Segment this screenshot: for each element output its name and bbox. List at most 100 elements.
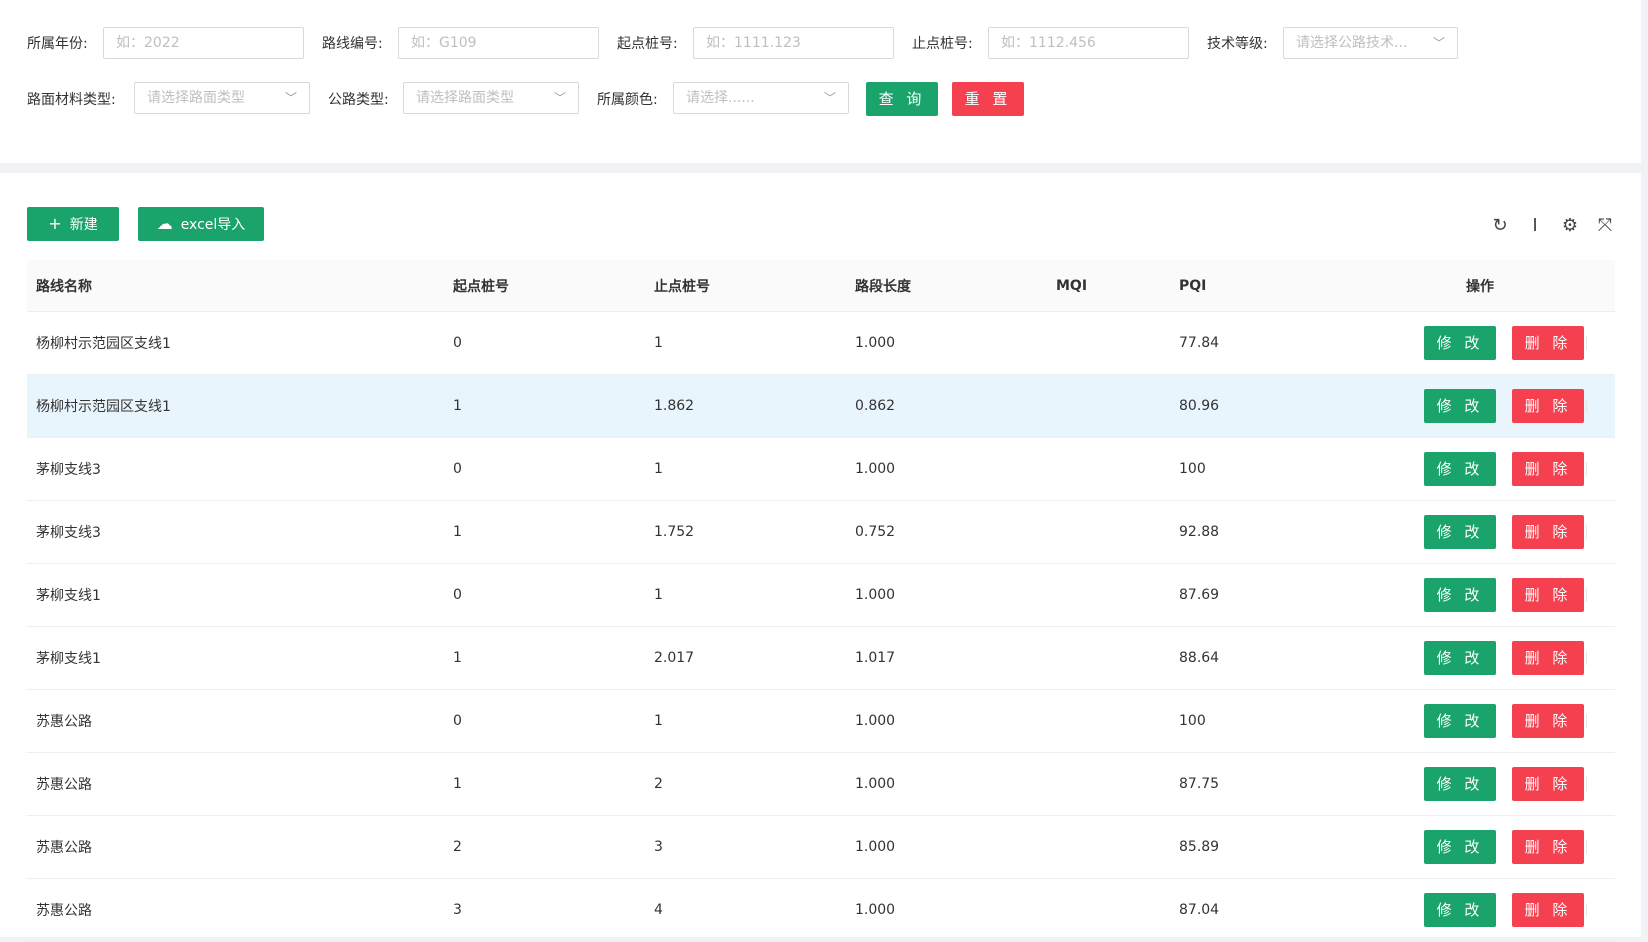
cloud-upload-icon: ☁ bbox=[156, 214, 173, 233]
mqi-cell bbox=[1047, 878, 1170, 942]
table-row: 苏惠公路 2 3 1.000 85.89 修 改删 除 bbox=[27, 815, 1615, 879]
delete-button[interactable]: 删 除 bbox=[1512, 767, 1584, 801]
col-actions: 操作 bbox=[1345, 260, 1615, 312]
edit-button[interactable]: 修 改 bbox=[1424, 641, 1496, 675]
length-cell: 1.000 bbox=[846, 689, 1047, 753]
divider bbox=[1586, 840, 1587, 854]
delete-button[interactable]: 删 除 bbox=[1512, 515, 1584, 549]
start-stake-input[interactable]: 如：1111.123 bbox=[693, 27, 894, 59]
surface-type-placeholder: 请选择路面类型 bbox=[147, 90, 245, 106]
route-name-cell: 茅柳支线1 bbox=[27, 563, 444, 627]
route-name-cell: 茅柳支线3 bbox=[27, 500, 444, 564]
table-row: 苏惠公路 3 4 1.000 87.04 修 改删 除 bbox=[27, 878, 1615, 942]
divider bbox=[1586, 588, 1587, 602]
start-stake-cell: 0 bbox=[444, 563, 645, 627]
surface-type-select[interactable]: 请选择路面类型 ﹀ bbox=[134, 82, 310, 114]
end-stake-cell: 1 bbox=[645, 563, 846, 627]
table-row: 茅柳支线3 1 1.752 0.752 92.88 修 改删 除 bbox=[27, 500, 1615, 564]
delete-button[interactable]: 删 除 bbox=[1512, 389, 1584, 423]
pqi-cell: 92.88 bbox=[1170, 500, 1345, 564]
route-name-cell: 苏惠公路 bbox=[27, 689, 444, 753]
route-name-cell: 茅柳支线1 bbox=[27, 626, 444, 690]
road-type-select[interactable]: 请选择路面类型 ﹀ bbox=[403, 82, 579, 114]
route-name-cell: 茅柳支线3 bbox=[27, 437, 444, 501]
length-cell: 1.000 bbox=[846, 752, 1047, 816]
table-row: 杨柳村示范园区支线1 1 1.862 0.862 80.96 修 改删 除 bbox=[27, 374, 1615, 438]
start-stake-cell: 1 bbox=[444, 500, 645, 564]
length-cell: 1.017 bbox=[846, 626, 1047, 690]
edit-button[interactable]: 修 改 bbox=[1424, 389, 1496, 423]
settings-gear-icon[interactable]: ⚙ bbox=[1560, 216, 1580, 236]
end-stake-cell: 2 bbox=[645, 752, 846, 816]
col-length: 路段长度 bbox=[846, 260, 1047, 312]
actions-cell: 修 改删 除 bbox=[1345, 311, 1615, 375]
length-cell: 1.000 bbox=[846, 878, 1047, 942]
edit-button[interactable]: 修 改 bbox=[1424, 830, 1496, 864]
col-pqi: PQI bbox=[1170, 260, 1345, 312]
table-row: 茅柳支线1 0 1 1.000 87.69 修 改删 除 bbox=[27, 563, 1615, 627]
tech-grade-select[interactable]: 请选择公路技术... ﹀ bbox=[1283, 27, 1458, 59]
start-stake-cell: 1 bbox=[444, 374, 645, 438]
mqi-cell bbox=[1047, 500, 1170, 564]
year-input[interactable]: 如：2022 bbox=[103, 27, 304, 59]
chevron-down-icon: ﹀ bbox=[284, 91, 297, 105]
start-stake-cell: 1 bbox=[444, 626, 645, 690]
excel-import-button[interactable]: ☁ excel导入 bbox=[138, 207, 264, 241]
mqi-cell bbox=[1047, 752, 1170, 816]
table-panel: + 新建 ☁ excel导入 ↻ Ι ⚙ ⤧ 路线名称 起点桩号 止点桩号 路段长度… bbox=[0, 173, 1641, 942]
delete-button[interactable]: 删 除 bbox=[1512, 704, 1584, 738]
length-cell: 0.752 bbox=[846, 500, 1047, 564]
query-button[interactable]: 查 询 bbox=[866, 82, 938, 116]
edit-button[interactable]: 修 改 bbox=[1424, 452, 1496, 486]
fullscreen-icon[interactable]: ⤧ bbox=[1595, 216, 1615, 236]
col-end-stake: 止点桩号 bbox=[645, 260, 846, 312]
color-placeholder: 请选择...... bbox=[686, 90, 755, 106]
divider bbox=[1586, 714, 1587, 728]
end-stake-cell: 4 bbox=[645, 878, 846, 942]
delete-button[interactable]: 删 除 bbox=[1512, 326, 1584, 360]
route-name-cell: 苏惠公路 bbox=[27, 878, 444, 942]
divider bbox=[1586, 336, 1587, 350]
start-stake-cell: 1 bbox=[444, 752, 645, 816]
delete-button[interactable]: 删 除 bbox=[1512, 830, 1584, 864]
edit-button[interactable]: 修 改 bbox=[1424, 893, 1496, 927]
route-code-input[interactable]: 如：G109 bbox=[398, 27, 599, 59]
row-density-icon[interactable]: Ι bbox=[1525, 216, 1545, 236]
delete-button[interactable]: 删 除 bbox=[1512, 452, 1584, 486]
edit-button[interactable]: 修 改 bbox=[1424, 578, 1496, 612]
end-stake-input[interactable]: 如：1112.456 bbox=[988, 27, 1189, 59]
pqi-cell: 88.64 bbox=[1170, 626, 1345, 690]
actions-cell: 修 改删 除 bbox=[1345, 626, 1615, 690]
col-mqi: MQI bbox=[1047, 260, 1170, 312]
divider bbox=[1586, 903, 1587, 917]
edit-button[interactable]: 修 改 bbox=[1424, 515, 1496, 549]
table-row: 苏惠公路 0 1 1.000 100 修 改删 除 bbox=[27, 689, 1615, 753]
actions-cell: 修 改删 除 bbox=[1345, 563, 1615, 627]
pqi-cell: 87.69 bbox=[1170, 563, 1345, 627]
data-table: 路线名称 起点桩号 止点桩号 路段长度 MQI PQI 操作 杨柳村示范园区支线… bbox=[27, 260, 1615, 942]
actions-cell: 修 改删 除 bbox=[1345, 878, 1615, 942]
new-button[interactable]: + 新建 bbox=[27, 207, 119, 241]
delete-button[interactable]: 删 除 bbox=[1512, 641, 1584, 675]
route-name-cell: 杨柳村示范园区支线1 bbox=[27, 374, 444, 438]
mqi-cell bbox=[1047, 563, 1170, 627]
start-stake-cell: 0 bbox=[444, 689, 645, 753]
divider bbox=[1586, 399, 1587, 413]
edit-button[interactable]: 修 改 bbox=[1424, 767, 1496, 801]
divider bbox=[1586, 525, 1587, 539]
color-select[interactable]: 请选择...... ﹀ bbox=[673, 82, 849, 114]
refresh-icon[interactable]: ↻ bbox=[1490, 216, 1510, 236]
mqi-cell bbox=[1047, 689, 1170, 753]
route-name-cell: 苏惠公路 bbox=[27, 752, 444, 816]
end-stake-cell: 1 bbox=[645, 689, 846, 753]
divider bbox=[1586, 651, 1587, 665]
chevron-down-icon: ﹀ bbox=[553, 91, 566, 105]
edit-button[interactable]: 修 改 bbox=[1424, 704, 1496, 738]
length-cell: 1.000 bbox=[846, 815, 1047, 879]
pqi-cell: 80.96 bbox=[1170, 374, 1345, 438]
delete-button[interactable]: 删 除 bbox=[1512, 893, 1584, 927]
edit-button[interactable]: 修 改 bbox=[1424, 326, 1496, 360]
delete-button[interactable]: 删 除 bbox=[1512, 578, 1584, 612]
reset-button[interactable]: 重 置 bbox=[952, 82, 1024, 116]
color-label: 所属颜色: bbox=[597, 92, 658, 108]
